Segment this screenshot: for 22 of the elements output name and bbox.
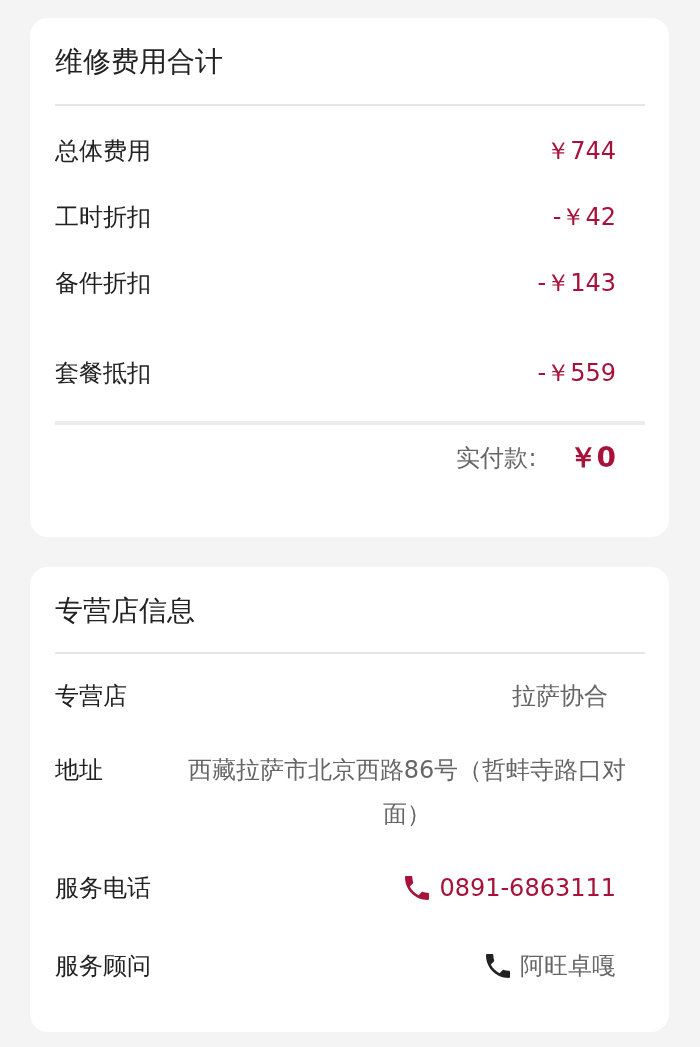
amount-value: -￥559: [537, 357, 617, 389]
row-label: 套餐抵扣: [55, 357, 151, 389]
card-title: 维修费用合计: [55, 44, 224, 80]
address-text: 西藏拉萨市北京西路86号（哲蚌寺路口对面）: [186, 755, 628, 831]
row-label: 专营店: [55, 681, 128, 713]
row-label: 服务电话: [55, 873, 152, 905]
amount-value: -￥42: [552, 201, 617, 233]
row-label: 服务顾问: [55, 951, 152, 983]
store-name: 拉萨协合: [512, 682, 608, 711]
advisor-name: 阿旺卓嘎: [520, 951, 616, 983]
row-label: 总体费用: [55, 135, 151, 167]
amount-value: ￥744: [546, 135, 617, 167]
phone-icon[interactable]: [405, 876, 430, 901]
amount-value: -￥143: [537, 267, 617, 299]
total-label: 实付款:: [456, 442, 537, 474]
phone-number-link[interactable]: 0891-6863111: [439, 866, 616, 911]
row-label: 工时折扣: [55, 201, 151, 233]
total-value: ￥0: [568, 439, 616, 476]
phone-icon: [486, 954, 510, 979]
row-label: 地址: [55, 755, 104, 787]
card-title: 专营店信息: [55, 592, 196, 629]
row-label: 备件折扣: [55, 267, 151, 299]
